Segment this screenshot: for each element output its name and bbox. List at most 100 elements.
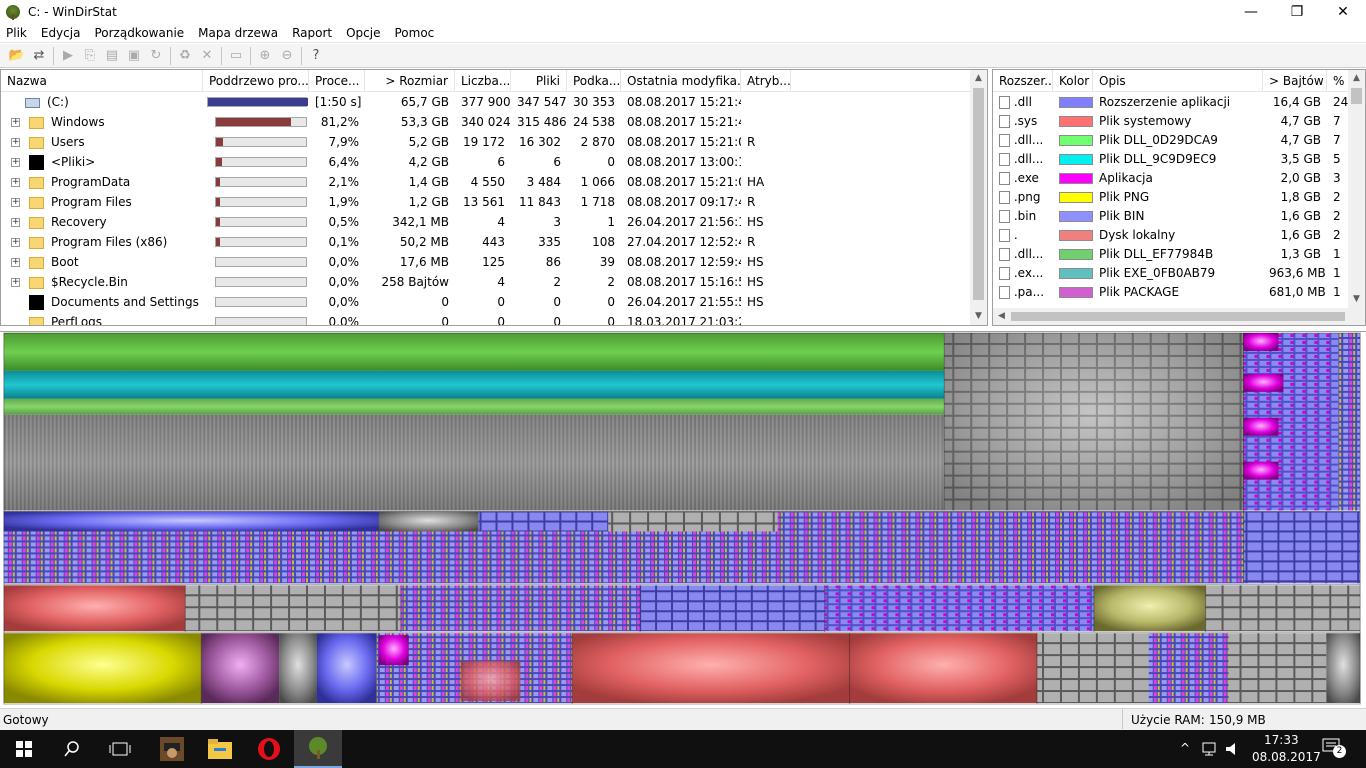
extension-column-header[interactable]: Rozszer... xyxy=(993,70,1053,92)
taskbar-opera[interactable] xyxy=(245,730,293,768)
tree-column-header[interactable]: Liczba... xyxy=(455,70,511,92)
tree-row[interactable]: (C:) [1:50 s] 65,7 GB 377 900 347 547 30 353 0… xyxy=(1,92,987,112)
tree-row[interactable]: + <Pliki> 6,4% 4,2 GB 6 6 0 08.08.2017 13:00:19 xyxy=(1,152,987,172)
tree-row[interactable]: + Program Files 1,9% 1,2 GB 13 561 11 843 1 71… xyxy=(1,192,987,212)
clock-time[interactable]: 17:33 xyxy=(1264,733,1299,747)
scroll-thumb[interactable] xyxy=(973,88,984,300)
tree-column-header[interactable]: Podka... xyxy=(567,70,621,92)
extension-row[interactable]: .pa... Plik PACKAGE 681,0 MB 1 xyxy=(993,282,1365,301)
tree-row[interactable]: + Users 7,9% 5,2 GB 19 172 16 302 2 870 08.08.2… xyxy=(1,132,987,152)
extension-row[interactable]: .ex... Plik EXE_0FB0AB79 963,6 MB 1 xyxy=(993,263,1365,282)
delete-icon[interactable]: ✕ xyxy=(196,46,218,66)
windirstat-app-icon xyxy=(6,5,20,20)
extension-name: .ex... xyxy=(1013,265,1044,280)
expand-plus-icon[interactable]: + xyxy=(11,258,20,267)
tree-row[interactable]: Documents and Settings 0,0% 0 0 0 0 26.04.2017… xyxy=(1,292,987,312)
expand-plus-icon[interactable]: + xyxy=(11,238,20,247)
directory-tree[interactable]: Nazwa Poddrzewo pro... Proce... > Rozmiar Li… xyxy=(0,69,988,326)
tree-row[interactable]: + Program Files (x86) 0,1% 50,2 MB 443 335 108… xyxy=(1,232,987,252)
scroll-down-icon[interactable]: ▼ xyxy=(1348,291,1365,308)
expand-plus-icon[interactable]: + xyxy=(11,198,20,207)
toolbar-separator xyxy=(221,46,222,65)
help-icon[interactable]: ? xyxy=(305,46,327,66)
extension-description: Plik systemowy xyxy=(1099,113,1192,128)
expand-plus-icon[interactable]: + xyxy=(11,278,20,287)
menu-opcje[interactable]: Opcje xyxy=(339,26,387,40)
network-icon[interactable] xyxy=(1202,741,1220,757)
refresh-icon[interactable]: ↻ xyxy=(145,46,167,66)
scroll-left-icon[interactable]: ◀ xyxy=(993,308,1010,325)
tree-column-header[interactable]: Poddrzewo pro... xyxy=(203,70,309,92)
extension-row[interactable]: .dll... Plik DLL_9C9D9EC9 3,5 GB 5 xyxy=(993,149,1365,168)
menu-edycja[interactable]: Edycja xyxy=(34,26,88,40)
expand-plus-icon[interactable]: + xyxy=(11,178,20,187)
clock-date[interactable]: 08.08.2017 xyxy=(1252,750,1321,764)
expand-plus-icon[interactable]: + xyxy=(11,118,20,127)
treemap[interactable] xyxy=(0,331,1366,705)
extension-column-header[interactable]: Opis xyxy=(1093,70,1263,92)
taskbar-windirstat[interactable] xyxy=(294,730,342,768)
taskbar-file-explorer[interactable] xyxy=(196,730,244,768)
tree-column-header[interactable]: Proce... xyxy=(309,70,365,92)
extension-column-header[interactable]: > Bajtów xyxy=(1263,70,1327,92)
tree-column-header[interactable]: Ostatnia modyfika... xyxy=(621,70,741,92)
menu-mapa-drzewa[interactable]: Mapa drzewa xyxy=(191,26,285,40)
scroll-up-icon[interactable]: ▲ xyxy=(970,70,987,87)
open-icon[interactable]: 📂 xyxy=(6,46,28,66)
tree-column-header[interactable]: Pliki xyxy=(511,70,567,92)
restore-button[interactable]: ❐ xyxy=(1274,0,1320,24)
expand-plus-icon[interactable]: + xyxy=(11,157,20,167)
scroll-down-icon[interactable]: ▼ xyxy=(970,308,987,325)
extension-row[interactable]: .exe Aplikacja 2,0 GB 3 xyxy=(993,168,1365,187)
tree-row[interactable]: + $Recycle.Bin 0,0% 258 Bajtów 4 2 2 08.08.2017… xyxy=(1,272,987,292)
tree-row[interactable]: + Recovery 0,5% 342,1 MB 4 3 1 26.04.2017 21:56… xyxy=(1,212,987,232)
zoom-out-icon[interactable]: ⊖ xyxy=(276,46,298,66)
menu-pomoc[interactable]: Pomoc xyxy=(388,26,442,40)
expand-plus-icon[interactable]: + xyxy=(11,218,20,227)
start-button[interactable] xyxy=(0,730,48,768)
extension-vscrollbar[interactable]: ▲ ▼ xyxy=(1348,70,1365,308)
play-icon[interactable]: ▶ xyxy=(57,46,79,66)
folder-icon[interactable]: ▭ xyxy=(225,46,247,66)
tree-row[interactable]: + Windows 81,2% 53,3 GB 340 024 315 486 24 538… xyxy=(1,112,987,132)
menu-raport[interactable]: Raport xyxy=(285,26,339,40)
refresh-all-icon[interactable]: ⇄ xyxy=(28,46,50,66)
tree-column-header[interactable]: Nazwa xyxy=(1,70,203,92)
minimize-button[interactable]: — xyxy=(1228,0,1274,24)
expand-plus-icon[interactable]: + xyxy=(11,138,20,147)
tree-row[interactable]: + ProgramData 2,1% 1,4 GB 4 550 3 484 1 066 08.… xyxy=(1,172,987,192)
menu-porzadkowanie[interactable]: Porządkowanie xyxy=(87,26,191,40)
taskbar-app-game[interactable] xyxy=(148,730,196,768)
extension-row[interactable]: .png Plik PNG 1,8 GB 2 xyxy=(993,187,1365,206)
extension-row[interactable]: .dll Rozszerzenie aplikacji 16,4 GB 24 xyxy=(993,92,1365,111)
tree-row[interactable]: + Boot 0,0% 17,6 MB 125 86 39 08.08.2017 12:59:… xyxy=(1,252,987,272)
tray-chevron-icon[interactable]: ^ xyxy=(1180,741,1190,755)
hscroll-thumb[interactable] xyxy=(1011,312,1345,321)
tree-row[interactable]: PerfLogs 0,0% 0 0 0 0 18.03.2017 21:03:28 xyxy=(1,312,987,326)
action-center-button[interactable]: 2 xyxy=(1322,738,1346,760)
volume-icon[interactable] xyxy=(1225,741,1241,757)
tree-column-header[interactable]: > Rozmiar xyxy=(365,70,455,92)
scroll-up-icon[interactable]: ▲ xyxy=(1348,70,1365,87)
explorer-icon[interactable]: ▤ xyxy=(101,46,123,66)
tree-column-header[interactable]: Atryb... xyxy=(741,70,791,92)
close-button[interactable]: ✕ xyxy=(1320,0,1366,24)
extension-row[interactable]: . Dysk lokalny 1,6 GB 2 xyxy=(993,225,1365,244)
extension-hscrollbar[interactable]: ◀ xyxy=(993,308,1365,325)
subdir-count: 0 xyxy=(607,315,615,326)
extension-column-header[interactable]: Kolor xyxy=(1053,70,1093,92)
search-button[interactable] xyxy=(48,730,96,768)
cmd-icon[interactable]: ▣ xyxy=(123,46,145,66)
extension-row[interactable]: .sys Plik systemowy 4,7 GB 7 xyxy=(993,111,1365,130)
extension-row[interactable]: .bin Plik BIN 1,6 GB 2 xyxy=(993,206,1365,225)
menu-plik[interactable]: Plik xyxy=(0,26,34,40)
copy-path-icon[interactable]: ⎘ xyxy=(79,46,101,66)
extension-row[interactable]: .dll... Plik DLL_EF77984B 1,3 GB 1 xyxy=(993,244,1365,263)
zoom-in-icon[interactable]: ⊕ xyxy=(254,46,276,66)
extension-row[interactable]: .dll... Plik DLL_0D29DCA9 4,7 GB 7 xyxy=(993,130,1365,149)
extension-list[interactable]: Rozszer...KolorOpis> Bajtów% B .dll Rozsz… xyxy=(992,69,1366,326)
task-view-button[interactable] xyxy=(96,730,144,768)
recycle-icon[interactable]: ♻ xyxy=(174,46,196,66)
scroll-thumb[interactable] xyxy=(1351,88,1362,104)
tree-scrollbar[interactable]: ▲ ▼ xyxy=(970,70,987,325)
